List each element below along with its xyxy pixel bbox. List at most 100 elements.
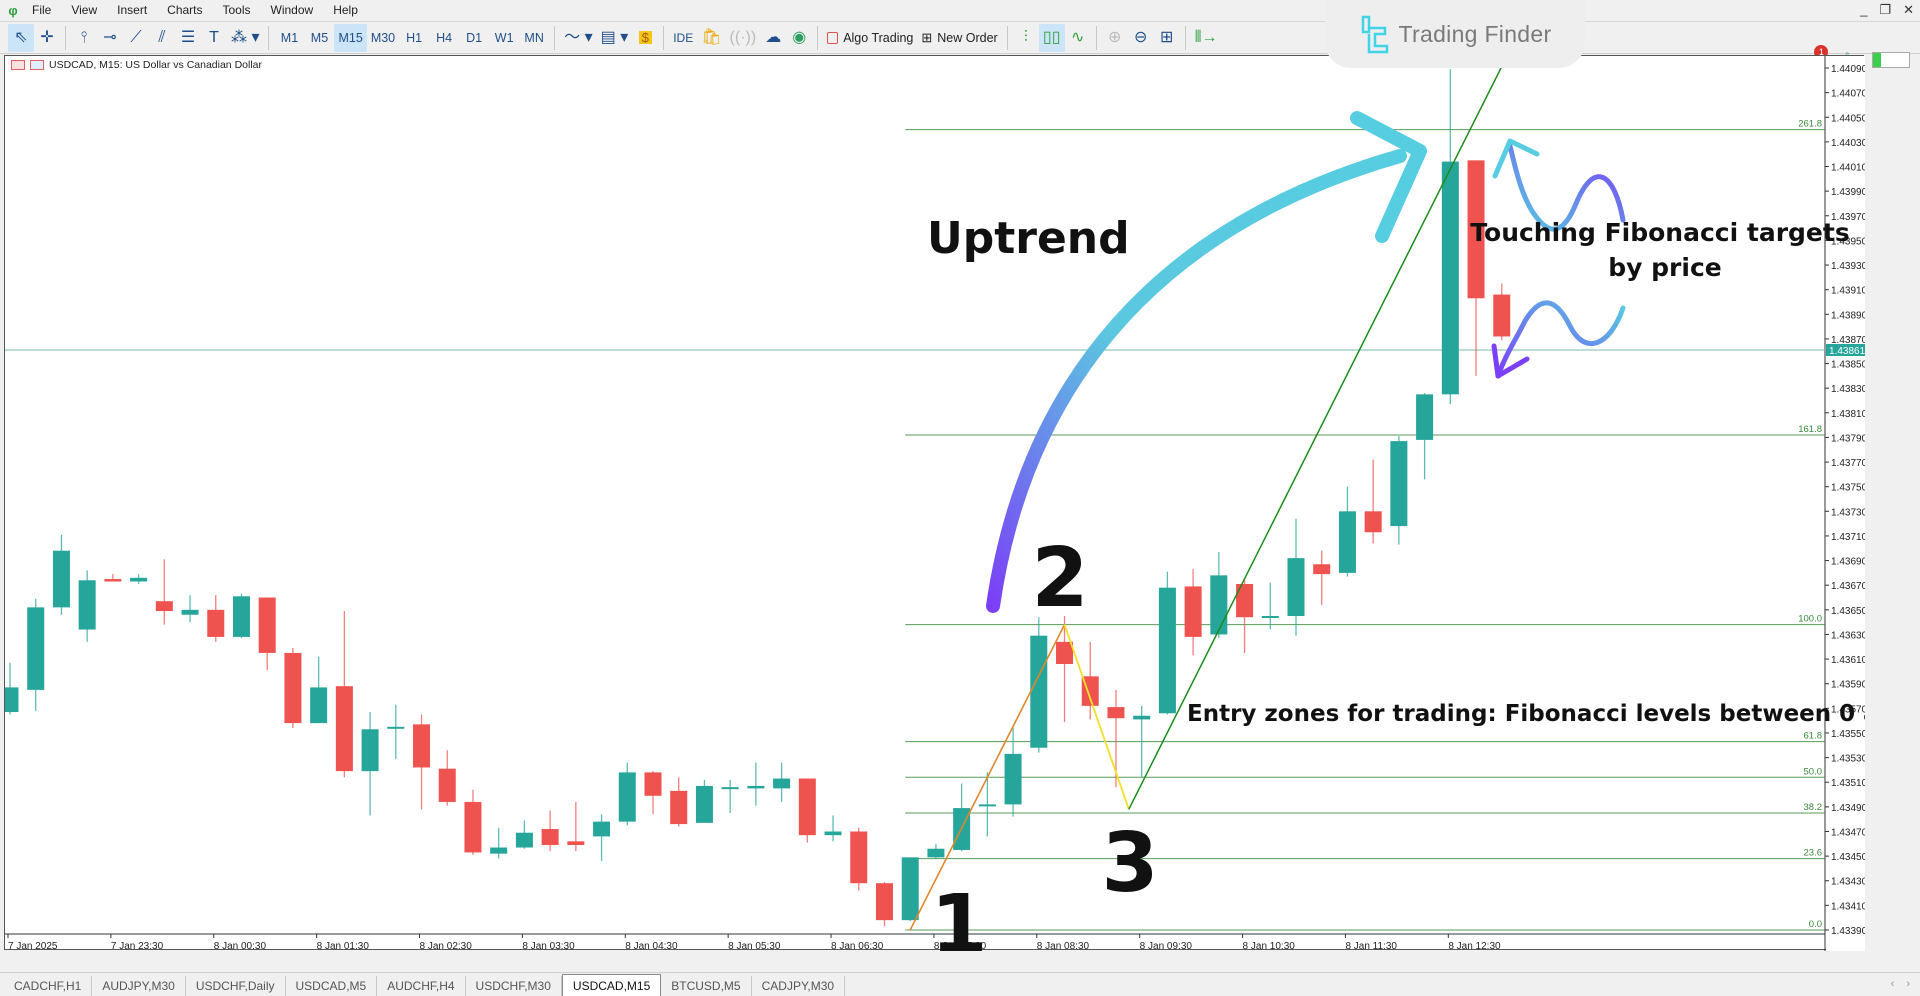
tab-audjpy-m30[interactable]: AUDJPY,M30 bbox=[92, 976, 186, 996]
fingerprint-button[interactable]: ◉ bbox=[786, 24, 812, 52]
zoom-out-button[interactable]: ⊖ bbox=[1128, 24, 1154, 52]
y-tick-label: 1.43610 bbox=[1831, 655, 1865, 666]
algo-trading-icon bbox=[827, 31, 839, 44]
y-tick-label: 1.43530 bbox=[1831, 754, 1865, 765]
bar-chart-button[interactable]: ⫶ bbox=[1013, 24, 1039, 52]
x-tick-label: 8 Jan 03:30 bbox=[522, 941, 575, 951]
vertical-line-icon: ⫯ bbox=[80, 28, 88, 46]
market-bag-button[interactable]: 🛍 bbox=[697, 24, 725, 52]
wave-2-label: 2 bbox=[1031, 531, 1088, 626]
candle-body bbox=[1133, 715, 1151, 720]
close-icon[interactable]: ✕ bbox=[1903, 2, 1914, 18]
x-tick-label: 7 Jan 23:30 bbox=[111, 941, 164, 951]
tile-windows-button[interactable]: ⊞ bbox=[1154, 24, 1180, 52]
trendline-icon: ⟋ bbox=[130, 28, 142, 46]
candle bbox=[1416, 393, 1434, 480]
market-button[interactable]: $ bbox=[632, 24, 658, 52]
candle-body bbox=[438, 768, 456, 802]
toolbar-separator bbox=[1006, 25, 1008, 50]
candle-body bbox=[207, 609, 225, 637]
vertical-line-button[interactable]: ⫯ bbox=[71, 24, 97, 52]
shapes-icon: ⁂ ▾ bbox=[231, 28, 260, 46]
candle-body bbox=[464, 801, 482, 853]
horizontal-line-icon: ⊸ bbox=[103, 28, 117, 46]
tf-h4[interactable]: H4 bbox=[429, 24, 459, 52]
tab-next-icon[interactable]: › bbox=[1906, 978, 1910, 990]
signals-button[interactable]: ((·)) bbox=[726, 24, 761, 52]
toolbar-separator bbox=[65, 25, 66, 50]
algo-trading-button[interactable]: Algo Trading bbox=[823, 24, 917, 52]
tf-m30[interactable]: M30 bbox=[367, 24, 399, 52]
candle-body bbox=[1261, 615, 1279, 618]
crosshair-button[interactable]: ✛ bbox=[34, 24, 60, 52]
tf-m15[interactable]: M15 bbox=[334, 23, 367, 52]
x-tick-label: 8 Jan 09:30 bbox=[1140, 941, 1193, 951]
candle bbox=[1210, 551, 1228, 639]
menu-view[interactable]: View bbox=[65, 3, 111, 17]
chart-window[interactable]: 1.44090 1.44070 1.44050 1.44030 1.44010 1.439… bbox=[4, 55, 1865, 951]
trendline-button[interactable]: ⟋ bbox=[123, 24, 149, 52]
new-order-button[interactable]: ⊞ New Order bbox=[917, 24, 1001, 52]
ide-button[interactable]: IDE bbox=[669, 24, 697, 52]
line-chart-button[interactable]: ∿ bbox=[1065, 24, 1091, 52]
x-tick-label: 8 Jan 01:30 bbox=[317, 941, 370, 951]
fibonacci-button[interactable]: ☰ bbox=[175, 24, 201, 52]
restore-icon[interactable]: ❐ bbox=[1879, 2, 1891, 18]
candle bbox=[361, 712, 379, 816]
candle bbox=[618, 762, 636, 826]
text-button[interactable]: T bbox=[201, 24, 227, 52]
tf-d1[interactable]: D1 bbox=[459, 24, 489, 52]
candle-body bbox=[824, 831, 842, 836]
tf-mn[interactable]: MN bbox=[519, 24, 549, 52]
shapes-button[interactable]: ⁂ ▾ bbox=[227, 24, 263, 52]
menu-file[interactable]: File bbox=[26, 3, 65, 17]
menu-window[interactable]: Window bbox=[265, 3, 328, 17]
template-icon: ▤ ▾ bbox=[600, 28, 629, 46]
y-tick-label: 1.43470 bbox=[1831, 827, 1865, 838]
tf-h1[interactable]: H1 bbox=[399, 24, 429, 52]
menu-tools[interactable]: Tools bbox=[217, 3, 265, 17]
dollar-icon: $ bbox=[638, 31, 652, 44]
toolbar: ⇖ ✛ ⫯ ⊸ ⟋ ⫽ ☰ T ⁂ ▾ M1 M5 M15 M30 H1 H4 … bbox=[0, 21, 1920, 69]
tab-cadchf-h1[interactable]: CADCHF,H1 bbox=[4, 976, 93, 996]
zoom-in-button[interactable]: ⊕ bbox=[1102, 24, 1128, 52]
vps-button[interactable]: ☁ bbox=[760, 24, 786, 52]
candle bbox=[1390, 436, 1408, 545]
tab-usdcad-m5[interactable]: USDCAD,M5 bbox=[286, 976, 378, 996]
menu-help[interactable]: Help bbox=[327, 3, 372, 17]
candle bbox=[541, 810, 559, 852]
cursor-tool-button[interactable]: ⇖ bbox=[8, 23, 34, 52]
channel-button[interactable]: ⫽ bbox=[149, 24, 175, 52]
candle-body bbox=[52, 550, 70, 608]
candle bbox=[104, 574, 122, 582]
tab-btcusd-m5[interactable]: BTCUSD,M5 bbox=[661, 976, 752, 996]
candle bbox=[1261, 582, 1279, 630]
tab-usdchf-daily[interactable]: USDCHF,Daily bbox=[186, 976, 286, 996]
horizontal-line-button[interactable]: ⊸ bbox=[97, 24, 123, 52]
trading-finder-logo-icon bbox=[1361, 15, 1388, 54]
zoom-in-icon: ⊕ bbox=[1108, 28, 1122, 46]
candle bbox=[310, 656, 328, 724]
channel-icon: ⫽ bbox=[158, 28, 166, 46]
tab-usdcad-m15[interactable]: USDCAD,M15 bbox=[561, 974, 662, 996]
candle-body bbox=[1236, 583, 1254, 618]
tab-usdchf-m30[interactable]: USDCHF,M30 bbox=[466, 976, 562, 996]
candlestick-button[interactable]: ▯▯ bbox=[1038, 23, 1065, 52]
indicators-button[interactable]: 〜 ▾ bbox=[560, 24, 596, 52]
candle-body bbox=[490, 847, 508, 854]
menu-charts[interactable]: Charts bbox=[161, 3, 216, 17]
minimize-icon[interactable]: _ bbox=[1860, 2, 1867, 18]
crosshair-icon: ✛ bbox=[40, 28, 54, 46]
brand-name: Trading Finder bbox=[1398, 20, 1552, 47]
tab-prev-icon[interactable]: ‹ bbox=[1891, 978, 1895, 990]
price-chart[interactable]: 1.44090 1.44070 1.44050 1.44030 1.44010 1.439… bbox=[5, 56, 1865, 951]
tab-cadjpy-m30[interactable]: CADJPY,M30 bbox=[752, 976, 846, 996]
chart-shift-button[interactable]: ⫴→ bbox=[1191, 24, 1222, 52]
toolbar-separator bbox=[268, 25, 270, 50]
tf-m5[interactable]: M5 bbox=[304, 24, 334, 52]
tf-w1[interactable]: W1 bbox=[489, 24, 519, 52]
tf-m1[interactable]: M1 bbox=[274, 24, 304, 52]
templates-button[interactable]: ▤ ▾ bbox=[597, 24, 633, 52]
menu-insert[interactable]: Insert bbox=[111, 3, 161, 17]
tab-audchf-h4[interactable]: AUDCHF,H4 bbox=[377, 976, 466, 996]
